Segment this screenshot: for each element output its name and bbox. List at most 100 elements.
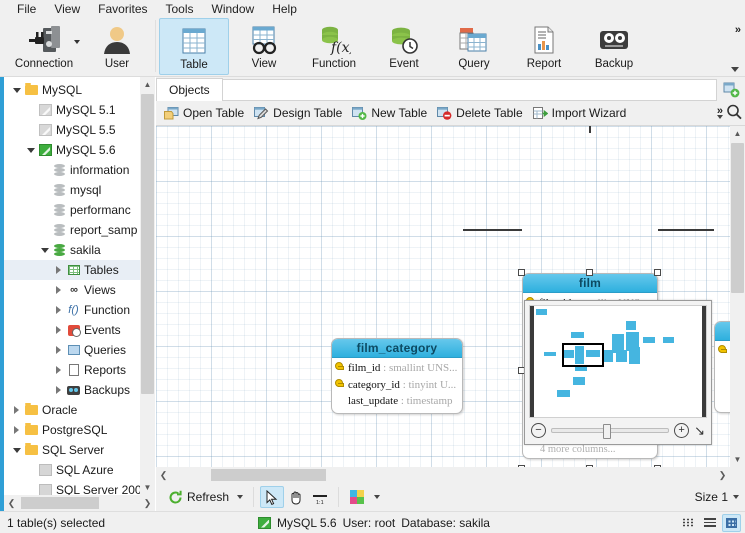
expand-arrow-icon[interactable] <box>56 266 61 274</box>
tree-item-performanc[interactable]: performanc <box>4 200 155 220</box>
new-object-button[interactable] <box>717 78 745 101</box>
zoom-slider[interactable] <box>551 423 670 439</box>
entity-inventory[interactable]: inventory inventory_id : medium...film_id… <box>714 321 730 413</box>
tree-item-mysql[interactable]: mysql <box>4 180 155 200</box>
scroll-left-icon[interactable]: ❮ <box>4 495 19 511</box>
collapse-arrow-icon[interactable] <box>40 247 49 253</box>
diagram-view-button[interactable] <box>722 513 741 532</box>
tree-item-sakila[interactable]: sakila <box>4 240 155 260</box>
tab-objects[interactable]: Objects <box>156 78 223 101</box>
search-button[interactable] <box>725 103 743 124</box>
tree-expander[interactable] <box>52 326 65 334</box>
canvas-vscroll-thumb[interactable] <box>731 143 744 293</box>
zoom-1to1-button[interactable]: 1:1 <box>308 486 332 508</box>
minimap-viewport-area[interactable] <box>529 305 707 418</box>
chevron-down-icon[interactable] <box>74 40 80 44</box>
tree-item-events[interactable]: Events <box>4 320 155 340</box>
expand-arrow-icon[interactable] <box>56 346 61 354</box>
design-table-button[interactable]: Design Table <box>251 102 349 124</box>
canvas-hscroll-thumb[interactable] <box>211 469 326 481</box>
menu-item-window[interactable]: Window <box>203 0 264 18</box>
sidebar-vertical-scrollbar[interactable]: ▲ ▼ <box>140 77 155 511</box>
ribbon-button-report[interactable]: Report <box>509 18 579 75</box>
minimap-viewport-rect[interactable] <box>562 343 604 367</box>
tree-expander[interactable] <box>52 366 65 374</box>
import-wizard-button[interactable]: Import Wizard <box>530 102 634 124</box>
sidebar-scroll-thumb[interactable] <box>141 94 154 394</box>
collapse-arrow-icon[interactable] <box>12 447 21 453</box>
menu-item-file[interactable]: File <box>8 0 45 18</box>
ribbon-button-user[interactable]: User <box>82 18 152 75</box>
tree-expander[interactable] <box>52 286 65 294</box>
resize-handle[interactable] <box>518 269 525 276</box>
canvas-scroll-up-icon[interactable]: ▲ <box>730 126 745 141</box>
collapse-arrow-icon[interactable] <box>12 87 21 93</box>
collapse-arrow-icon[interactable] <box>26 147 35 153</box>
detail-view-button[interactable] <box>678 514 697 532</box>
entity-column[interactable]: film_id : smallint UNS... <box>335 360 458 377</box>
open-table-button[interactable]: Open Table <box>161 102 251 124</box>
tree-expander[interactable] <box>10 426 23 434</box>
new-table-button[interactable]: New Table <box>349 102 434 124</box>
canvas-horizontal-scrollbar[interactable]: ❮ ❯ <box>156 467 730 483</box>
tree-expander[interactable] <box>38 247 51 253</box>
ribbon-button-event[interactable]: Event <box>369 18 439 75</box>
tree-item-sql-server[interactable]: SQL Server <box>4 440 155 460</box>
tree-item-sql-azure[interactable]: SQL Azure <box>4 460 155 480</box>
entity-film_category[interactable]: film_category film_id : smallint UNS... ca… <box>331 338 463 414</box>
tree-expander[interactable] <box>52 386 65 394</box>
resize-handle[interactable] <box>586 269 593 276</box>
pointer-tool-button[interactable] <box>260 486 285 508</box>
chevron-down-icon[interactable] <box>733 495 739 499</box>
canvas-scroll-left-icon[interactable]: ❮ <box>156 467 171 483</box>
tree-item-information[interactable]: information <box>4 160 155 180</box>
tree-expander[interactable] <box>10 406 23 414</box>
entity-column[interactable]: last_update : timestamp <box>335 393 458 410</box>
ribbon-collapse-icon[interactable] <box>731 67 739 72</box>
tree-item-mysql[interactable]: MySQL <box>4 80 155 100</box>
tree-expander[interactable] <box>52 266 65 274</box>
hand-tool-button[interactable] <box>284 486 308 508</box>
sidebar-hscroll-track[interactable] <box>19 495 140 511</box>
ribbon-button-query[interactable]: Query <box>439 18 509 75</box>
zoom-slider-thumb[interactable] <box>603 423 612 439</box>
resize-handle-icon[interactable]: ↘ <box>694 424 705 437</box>
chevron-down-icon[interactable] <box>237 495 244 499</box>
er-diagram-canvas[interactable]: film_category film_id : smallint UNS... ca… <box>156 126 730 467</box>
toolbar-overflow-button[interactable]: » <box>717 106 723 119</box>
chevron-down-icon[interactable] <box>374 495 381 499</box>
tree-expander[interactable] <box>52 346 65 354</box>
scroll-right-icon[interactable]: ❯ <box>140 495 155 511</box>
tree-item-reports[interactable]: Reports <box>4 360 155 380</box>
menu-item-favorites[interactable]: Favorites <box>89 0 156 18</box>
expand-arrow-icon[interactable] <box>14 426 19 434</box>
ribbon-button-connection[interactable]: Connection <box>6 18 82 75</box>
tree-expander[interactable] <box>10 447 23 453</box>
canvas-hscroll-track[interactable] <box>171 467 715 483</box>
scroll-up-icon[interactable]: ▲ <box>140 77 155 92</box>
expand-arrow-icon[interactable] <box>56 366 61 374</box>
tree-item-postgresql[interactable]: PostgreSQL <box>4 420 155 440</box>
entity-column[interactable]: film_id : smallint UNS... <box>718 360 730 377</box>
menu-item-help[interactable]: Help <box>263 0 306 18</box>
list-view-button[interactable] <box>700 514 719 532</box>
entity-more-columns[interactable]: 4 more columns... <box>526 444 653 455</box>
refresh-button[interactable]: Refresh <box>164 485 247 509</box>
expand-arrow-icon[interactable] <box>56 286 61 294</box>
canvas-vertical-scrollbar[interactable]: ▲ ▼ <box>730 126 745 467</box>
expand-arrow-icon[interactable] <box>14 406 19 414</box>
tree-item-report-samp[interactable]: report_samp <box>4 220 155 240</box>
ribbon-button-table[interactable]: Table <box>159 18 229 75</box>
menu-item-tools[interactable]: Tools <box>157 0 203 18</box>
entity-column[interactable]: store_id : tinyint UNSI... <box>718 376 730 393</box>
ribbon-overflow-icon[interactable]: » <box>735 24 741 36</box>
menu-item-view[interactable]: View <box>45 0 89 18</box>
size-selector[interactable]: Size 1 <box>695 490 739 504</box>
expand-arrow-icon[interactable] <box>56 326 61 334</box>
canvas-scroll-down-icon[interactable]: ▼ <box>730 452 745 467</box>
tree-item-views[interactable]: ∞ Views <box>4 280 155 300</box>
tree-item-mysql-5-1[interactable]: MySQL 5.1 <box>4 100 155 120</box>
ribbon-button-backup[interactable]: Backup <box>579 18 649 75</box>
tree-item-function[interactable]: f() Function <box>4 300 155 320</box>
tree-item-oracle[interactable]: Oracle <box>4 400 155 420</box>
